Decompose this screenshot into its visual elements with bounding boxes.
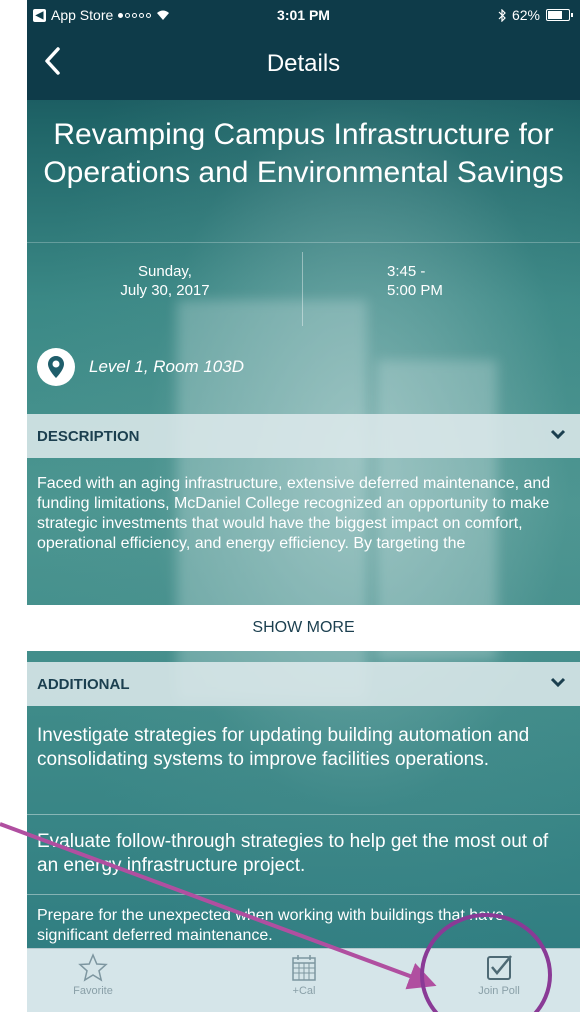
additional-header[interactable]: ADDITIONAL [27, 662, 580, 706]
section-title: ADDITIONAL [37, 675, 130, 693]
battery-percent: 62% [511, 7, 540, 23]
session-time: 3:45 - 5:00 PM [387, 262, 443, 300]
chevron-down-icon [550, 677, 566, 688]
bluetooth-icon [498, 8, 506, 22]
session-date: Sunday, July 30, 2017 [27, 262, 303, 300]
section-title: DESCRIPTION [37, 427, 140, 445]
nav-bar: Details [27, 30, 580, 100]
divider [302, 252, 303, 326]
description-text: Faced with an aging infrastructure, exte… [37, 475, 551, 552]
tab-bar: Favorite +Cal Join Poll [27, 948, 580, 1012]
phone-screen: ◀ App Store 3:01 PM 62% Details Revampin… [27, 0, 580, 1012]
session-schedule: Sunday, July 30, 2017 3:45 - 5:00 PM [27, 242, 580, 326]
page-title: Details [266, 50, 341, 77]
divider [27, 814, 580, 815]
tab-label: +Cal [292, 985, 316, 997]
date-full: July 30, 2017 [120, 282, 210, 299]
calendar-icon [292, 955, 316, 981]
date-weekday: Sunday, [138, 263, 192, 280]
battery-icon [546, 9, 573, 21]
star-icon [78, 953, 108, 982]
chevron-down-icon [550, 429, 566, 440]
session-location[interactable]: Level 1, Room 103D [37, 348, 244, 386]
tab-label: Favorite [73, 985, 113, 997]
show-more-button[interactable]: SHOW MORE [27, 605, 580, 651]
tab-join-poll[interactable]: Join Poll [439, 953, 559, 997]
tab-label: Join Poll [478, 985, 520, 997]
list-item: Prepare for the unexpected when working … [37, 907, 504, 944]
list-item: Evaluate follow-through strategies to he… [37, 831, 549, 876]
description-header[interactable]: DESCRIPTION [27, 414, 580, 458]
tab-favorite[interactable]: Favorite [33, 953, 153, 997]
time-start: 3:45 - [387, 263, 426, 280]
checkbox-icon [487, 955, 512, 980]
divider [27, 242, 580, 243]
location-text: Level 1, Room 103D [89, 357, 244, 376]
divider [27, 894, 580, 895]
time-end: 5:00 PM [387, 282, 443, 299]
session-title: Revamping Campus Infrastructure for Oper… [43, 118, 564, 189]
tab-add-calendar[interactable]: +Cal [244, 953, 364, 997]
status-bar: ◀ App Store 3:01 PM 62% [27, 0, 580, 30]
list-item: Investigate strategies for updating buil… [37, 725, 530, 770]
map-pin-icon [37, 348, 75, 386]
